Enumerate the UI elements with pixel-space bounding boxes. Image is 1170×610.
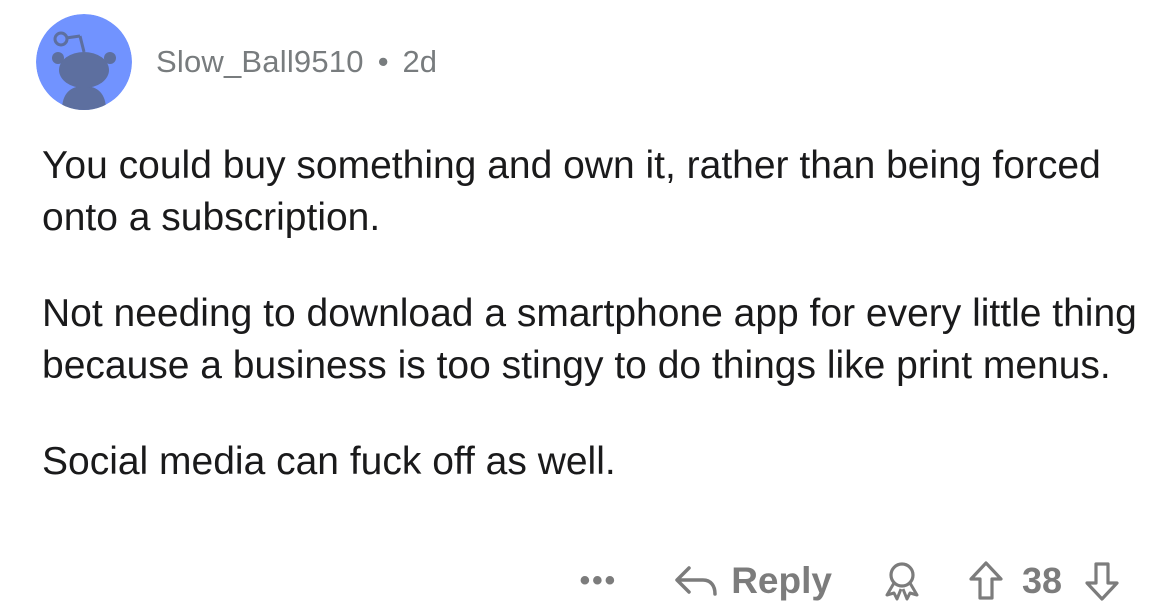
downvote-arrow-icon[interactable]: [1084, 560, 1120, 602]
username-link[interactable]: Slow_Ball9510: [156, 44, 364, 80]
comment-paragraph: Social media can fuck off as well.: [42, 440, 616, 483]
reply-button[interactable]: Reply: [673, 560, 832, 602]
reddit-snoo-avatar-icon: [36, 14, 132, 110]
comment-paragraph: Not needing to download a smartphone app…: [42, 292, 1137, 387]
comment-header: Slow_Ball9510 • 2d: [36, 14, 437, 110]
award-icon: [885, 562, 919, 601]
award-button[interactable]: [880, 559, 924, 603]
reply-arrow-icon: [675, 566, 717, 596]
comment-body: You could buy something and own it, rath…: [42, 140, 1152, 532]
upvote-arrow-icon[interactable]: [968, 560, 1004, 602]
vote-count: 38: [1021, 560, 1062, 601]
comment-age: 2d: [402, 44, 438, 79]
vote-controls: 38: [968, 560, 1120, 602]
comment-actions: ••• Reply 38: [580, 554, 1120, 608]
avatar[interactable]: [36, 14, 132, 110]
comment-paragraph: You could buy something and own it, rath…: [42, 144, 1101, 239]
meta-separator: •: [377, 44, 389, 79]
reply-label: Reply: [731, 560, 832, 601]
more-options-button[interactable]: •••: [580, 564, 618, 598]
